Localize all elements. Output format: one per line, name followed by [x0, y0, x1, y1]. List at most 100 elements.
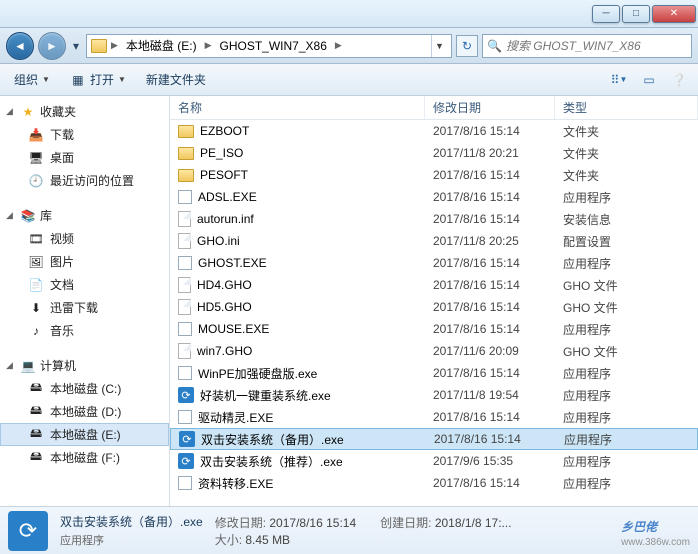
file-type-icon: ⟳ — [8, 511, 48, 551]
folder-icon — [178, 147, 194, 160]
column-type[interactable]: 类型 — [555, 96, 698, 119]
details-info: 双击安装系统（备用）.exe 应用程序 — [60, 513, 203, 548]
file-name-cell: EZBOOT — [170, 124, 425, 138]
file-row[interactable]: ADSL.EXE2017/8/16 15:14应用程序 — [170, 186, 698, 208]
details-created-label: 创建日期: — [380, 516, 431, 530]
file-type-cell: 文件夹 — [555, 167, 698, 184]
breadcrumb-folder[interactable]: GHOST_WIN7_X86 — [216, 39, 331, 53]
close-button[interactable]: ✕ — [652, 5, 696, 23]
address-bar: ◄ ► ▾ ▶ 本地磁盘 (E:) ▶ GHOST_WIN7_X86 ▶ ▼ ↻… — [0, 28, 698, 64]
file-date-cell: 2017/8/16 15:14 — [425, 256, 555, 270]
file-name: ADSL.EXE — [198, 190, 257, 204]
file-row[interactable]: PESOFT2017/8/16 15:14文件夹 — [170, 164, 698, 186]
file-row[interactable]: win7.GHO2017/11/6 20:09GHO 文件 — [170, 340, 698, 362]
sidebar-item-downloads[interactable]: 📥下载 — [0, 123, 169, 146]
triangle-icon: ◢ — [6, 210, 16, 221]
file-name-cell: 资料转移.EXE — [170, 475, 425, 492]
file-date-cell: 2017/9/6 15:35 — [425, 454, 555, 468]
file-date-cell: 2017/8/16 15:14 — [425, 322, 555, 336]
file-date-cell: 2017/11/8 20:25 — [425, 234, 555, 248]
file-date-cell: 2017/8/16 15:14 — [425, 168, 555, 182]
desktop-icon: 🖥 — [28, 150, 44, 166]
new-folder-button[interactable]: 新建文件夹 — [140, 69, 212, 90]
column-date[interactable]: 修改日期 — [425, 96, 555, 119]
details-created-value: 2018/1/8 17:... — [435, 516, 512, 530]
details-modified-value: 2017/8/16 15:14 — [269, 516, 356, 530]
sidebar-item-videos[interactable]: 🎞视频 — [0, 227, 169, 250]
app-icon: ⟳ — [178, 387, 194, 403]
sidebar-item-desktop[interactable]: 🖥桌面 — [0, 146, 169, 169]
details-size-label: 大小: — [215, 533, 242, 547]
sidebar-libraries-head[interactable]: ◢📚库 — [0, 204, 169, 227]
exe-icon — [178, 190, 192, 204]
nav-dropdown[interactable]: ▾ — [70, 39, 82, 53]
file-row[interactable]: ⟳双击安装系统（备用）.exe2017/8/16 15:14应用程序 — [170, 428, 698, 450]
sidebar-favorites-head[interactable]: ◢★收藏夹 — [0, 100, 169, 123]
file-date-cell: 2017/8/16 15:14 — [425, 366, 555, 380]
file-name-cell: GHOST.EXE — [170, 256, 425, 270]
breadcrumb[interactable]: ▶ 本地磁盘 (E:) ▶ GHOST_WIN7_X86 ▶ ▼ — [86, 34, 452, 58]
view-options-button[interactable]: ⠿▼ — [608, 69, 630, 91]
file-name-cell: WinPE加强硬盘版.exe — [170, 365, 425, 382]
file-date-cell: 2017/11/8 20:21 — [425, 146, 555, 160]
file-name-cell: win7.GHO — [170, 343, 425, 359]
file-row[interactable]: PE_ISO2017/11/8 20:21文件夹 — [170, 142, 698, 164]
forward-button[interactable]: ► — [38, 32, 66, 60]
back-button[interactable]: ◄ — [6, 32, 34, 60]
search-input[interactable] — [506, 39, 687, 53]
maximize-button[interactable]: □ — [622, 5, 650, 23]
file-row[interactable]: GHOST.EXE2017/8/16 15:14应用程序 — [170, 252, 698, 274]
exe-icon — [178, 410, 192, 424]
sidebar-item-drive-f[interactable]: 🖴本地磁盘 (F:) — [0, 446, 169, 469]
file-row[interactable]: GHO.ini2017/11/8 20:25配置设置 — [170, 230, 698, 252]
file-row[interactable]: HD4.GHO2017/8/16 15:14GHO 文件 — [170, 274, 698, 296]
minimize-button[interactable]: ─ — [592, 5, 620, 23]
file-row[interactable]: MOUSE.EXE2017/8/16 15:14应用程序 — [170, 318, 698, 340]
preview-pane-button[interactable]: ▭ — [638, 69, 660, 91]
file-rows: EZBOOT2017/8/16 15:14文件夹PE_ISO2017/11/8 … — [170, 120, 698, 506]
folder-icon — [91, 39, 107, 53]
file-date-cell: 2017/11/8 19:54 — [425, 388, 555, 402]
triangle-icon: ◢ — [6, 360, 16, 371]
breadcrumb-dropdown[interactable]: ▼ — [431, 35, 447, 57]
file-type-cell: 文件夹 — [555, 123, 698, 140]
open-button[interactable]: ▦打开▼ — [64, 69, 132, 90]
sidebar-item-drive-d[interactable]: 🖴本地磁盘 (D:) — [0, 400, 169, 423]
sidebar-computer-group: ◢💻计算机 🖴本地磁盘 (C:) 🖴本地磁盘 (D:) 🖴本地磁盘 (E:) 🖴… — [0, 354, 169, 469]
document-icon: 📄 — [28, 277, 44, 293]
file-row[interactable]: 驱动精灵.EXE2017/8/16 15:14应用程序 — [170, 406, 698, 428]
refresh-button[interactable]: ↻ — [456, 35, 478, 57]
file-type-cell: 应用程序 — [555, 453, 698, 470]
organize-button[interactable]: 组织▼ — [8, 69, 56, 90]
column-name[interactable]: 名称 — [170, 96, 425, 119]
drive-icon: 🖴 — [28, 381, 44, 397]
breadcrumb-drive[interactable]: 本地磁盘 (E:) — [122, 37, 201, 54]
video-icon: 🎞 — [28, 231, 44, 247]
details-modified-label: 修改日期: — [215, 516, 266, 530]
file-name: GHO.ini — [197, 234, 240, 248]
file-row[interactable]: autorun.inf2017/8/16 15:14安装信息 — [170, 208, 698, 230]
sidebar-item-music[interactable]: ♪音乐 — [0, 319, 169, 342]
file-date-cell: 2017/8/16 15:14 — [425, 410, 555, 424]
help-button[interactable]: ❔ — [668, 69, 690, 91]
sidebar-item-pictures[interactable]: 🖼图片 — [0, 250, 169, 273]
sidebar-item-drive-e[interactable]: 🖴本地磁盘 (E:) — [0, 423, 169, 446]
music-icon: ♪ — [28, 323, 44, 339]
file-row[interactable]: 资料转移.EXE2017/8/16 15:14应用程序 — [170, 472, 698, 494]
sidebar-item-documents[interactable]: 📄文档 — [0, 273, 169, 296]
file-row[interactable]: ⟳好装机一键重装系统.exe2017/11/8 19:54应用程序 — [170, 384, 698, 406]
sidebar: ◢★收藏夹 📥下载 🖥桌面 🕘最近访问的位置 ◢📚库 🎞视频 🖼图片 📄文档 ⬇… — [0, 96, 170, 506]
file-name: 驱动精灵.EXE — [198, 409, 273, 426]
file-row[interactable]: HD5.GHO2017/8/16 15:14GHO 文件 — [170, 296, 698, 318]
file-name: 双击安装系统（备用）.exe — [201, 431, 344, 448]
file-row[interactable]: EZBOOT2017/8/16 15:14文件夹 — [170, 120, 698, 142]
file-row[interactable]: WinPE加强硬盘版.exe2017/8/16 15:14应用程序 — [170, 362, 698, 384]
chevron-down-icon: ▼ — [42, 75, 50, 84]
sidebar-item-recent[interactable]: 🕘最近访问的位置 — [0, 169, 169, 192]
file-row[interactable]: ⟳双击安装系统（推荐）.exe2017/9/6 15:35应用程序 — [170, 450, 698, 472]
search-box[interactable]: 🔍 — [482, 34, 692, 58]
sidebar-item-drive-c[interactable]: 🖴本地磁盘 (C:) — [0, 377, 169, 400]
sidebar-computer-head[interactable]: ◢💻计算机 — [0, 354, 169, 377]
file-name-cell: ⟳双击安装系统（备用）.exe — [171, 431, 426, 448]
sidebar-item-thunder[interactable]: ⬇迅雷下载 — [0, 296, 169, 319]
